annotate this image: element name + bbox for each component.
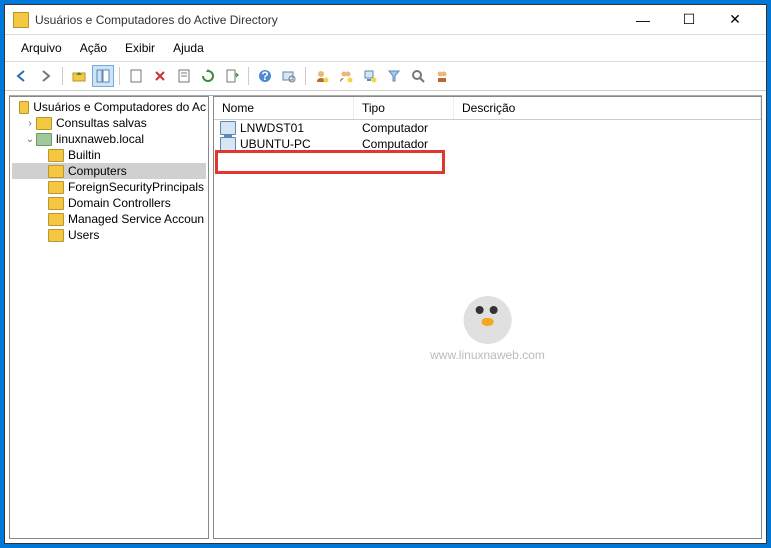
menu-acao[interactable]: Ação [72,39,115,57]
tree-root[interactable]: Usuários e Computadores do Ac [12,99,206,115]
minimize-button[interactable]: — [620,6,666,34]
watermark: www.linuxnaweb.com [430,296,545,362]
tree-label: Domain Controllers [68,196,171,210]
delete-icon[interactable] [149,65,171,87]
new-group-icon[interactable] [335,65,357,87]
tux-icon [464,296,512,344]
content-area: Usuários e Computadores do Ac ›Consultas… [9,95,762,539]
tree-label: Usuários e Computadores do Ac [33,100,206,114]
cell-type: Computador [354,121,454,135]
new-computer-icon[interactable] [359,65,381,87]
tree-label: Managed Service Accoun [68,212,204,226]
search-icon[interactable] [407,65,429,87]
folder-icon [48,165,64,178]
separator [119,67,120,85]
separator [62,67,63,85]
new-user-icon[interactable] [311,65,333,87]
domain-icon [36,133,52,146]
tree-domain-controllers[interactable]: Domain Controllers [12,195,206,211]
tree-domain[interactable]: ⌄linuxnaweb.local [12,131,206,147]
folder-icon [19,101,29,114]
window-controls: — ☐ ✕ [620,6,758,34]
tree-label: linuxnaweb.local [56,132,144,146]
computer-icon [220,121,236,135]
list-header: Nome Tipo Descrição [214,97,761,120]
separator [305,67,306,85]
forward-icon[interactable] [35,65,57,87]
back-icon[interactable] [11,65,33,87]
toolbar: ? [5,62,766,91]
tree-fsp[interactable]: ForeignSecurityPrincipals [12,179,206,195]
svg-text:?: ? [261,69,268,83]
tree-label: Users [68,228,99,242]
menu-arquivo[interactable]: Arquivo [13,39,70,57]
up-folder-icon[interactable] [68,65,90,87]
col-tipo[interactable]: Tipo [354,97,454,119]
tree-label: Computers [68,164,127,178]
cell-type: Computador [354,137,454,151]
list-body[interactable]: LNWDST01 Computador UBUNTU-PC Computador… [214,120,761,538]
cell-name: UBUNTU-PC [240,137,311,151]
computer-icon [220,137,236,151]
show-tree-icon[interactable] [92,65,114,87]
aduc-window: Usuários e Computadores do Active Direct… [4,4,767,544]
add-to-group-icon[interactable] [431,65,453,87]
list-row[interactable]: LNWDST01 Computador [214,120,761,136]
filter-icon[interactable] [383,65,405,87]
folder-icon [36,117,52,130]
highlight-box [215,150,445,174]
tree-users[interactable]: Users [12,227,206,243]
properties-icon[interactable] [173,65,195,87]
separator [248,67,249,85]
menu-ajuda[interactable]: Ajuda [165,39,212,57]
cell-name: LNWDST01 [240,121,304,135]
folder-icon [48,229,64,242]
col-descricao[interactable]: Descrição [454,97,761,119]
folder-icon [48,181,64,194]
col-nome[interactable]: Nome [214,97,354,119]
tree-msa[interactable]: Managed Service Accoun [12,211,206,227]
tree-label: Builtin [68,148,101,162]
menubar: Arquivo Ação Exibir Ajuda [5,35,766,62]
close-button[interactable]: ✕ [712,6,758,34]
folder-icon [48,197,64,210]
maximize-button[interactable]: ☐ [666,6,712,34]
titlebar: Usuários e Computadores do Active Direct… [5,5,766,35]
help-icon[interactable]: ? [254,65,276,87]
tree-label: ForeignSecurityPrincipals [68,180,204,194]
cut-icon[interactable] [125,65,147,87]
list-panel: Nome Tipo Descrição LNWDST01 Computador … [213,96,762,539]
refresh-icon[interactable] [197,65,219,87]
export-icon[interactable] [221,65,243,87]
folder-icon [48,149,64,162]
folder-icon [48,213,64,226]
find-icon[interactable] [278,65,300,87]
window-title: Usuários e Computadores do Active Direct… [35,13,620,27]
tree-consultas[interactable]: ›Consultas salvas [12,115,206,131]
tree-panel[interactable]: Usuários e Computadores do Ac ›Consultas… [9,96,209,539]
tree-computers[interactable]: Computers [12,163,206,179]
tree-label: Consultas salvas [56,116,147,130]
watermark-text: www.linuxnaweb.com [430,348,545,362]
list-row[interactable]: UBUNTU-PC Computador [214,136,761,152]
tree-builtin[interactable]: Builtin [12,147,206,163]
menu-exibir[interactable]: Exibir [117,39,163,57]
app-icon [13,12,29,28]
